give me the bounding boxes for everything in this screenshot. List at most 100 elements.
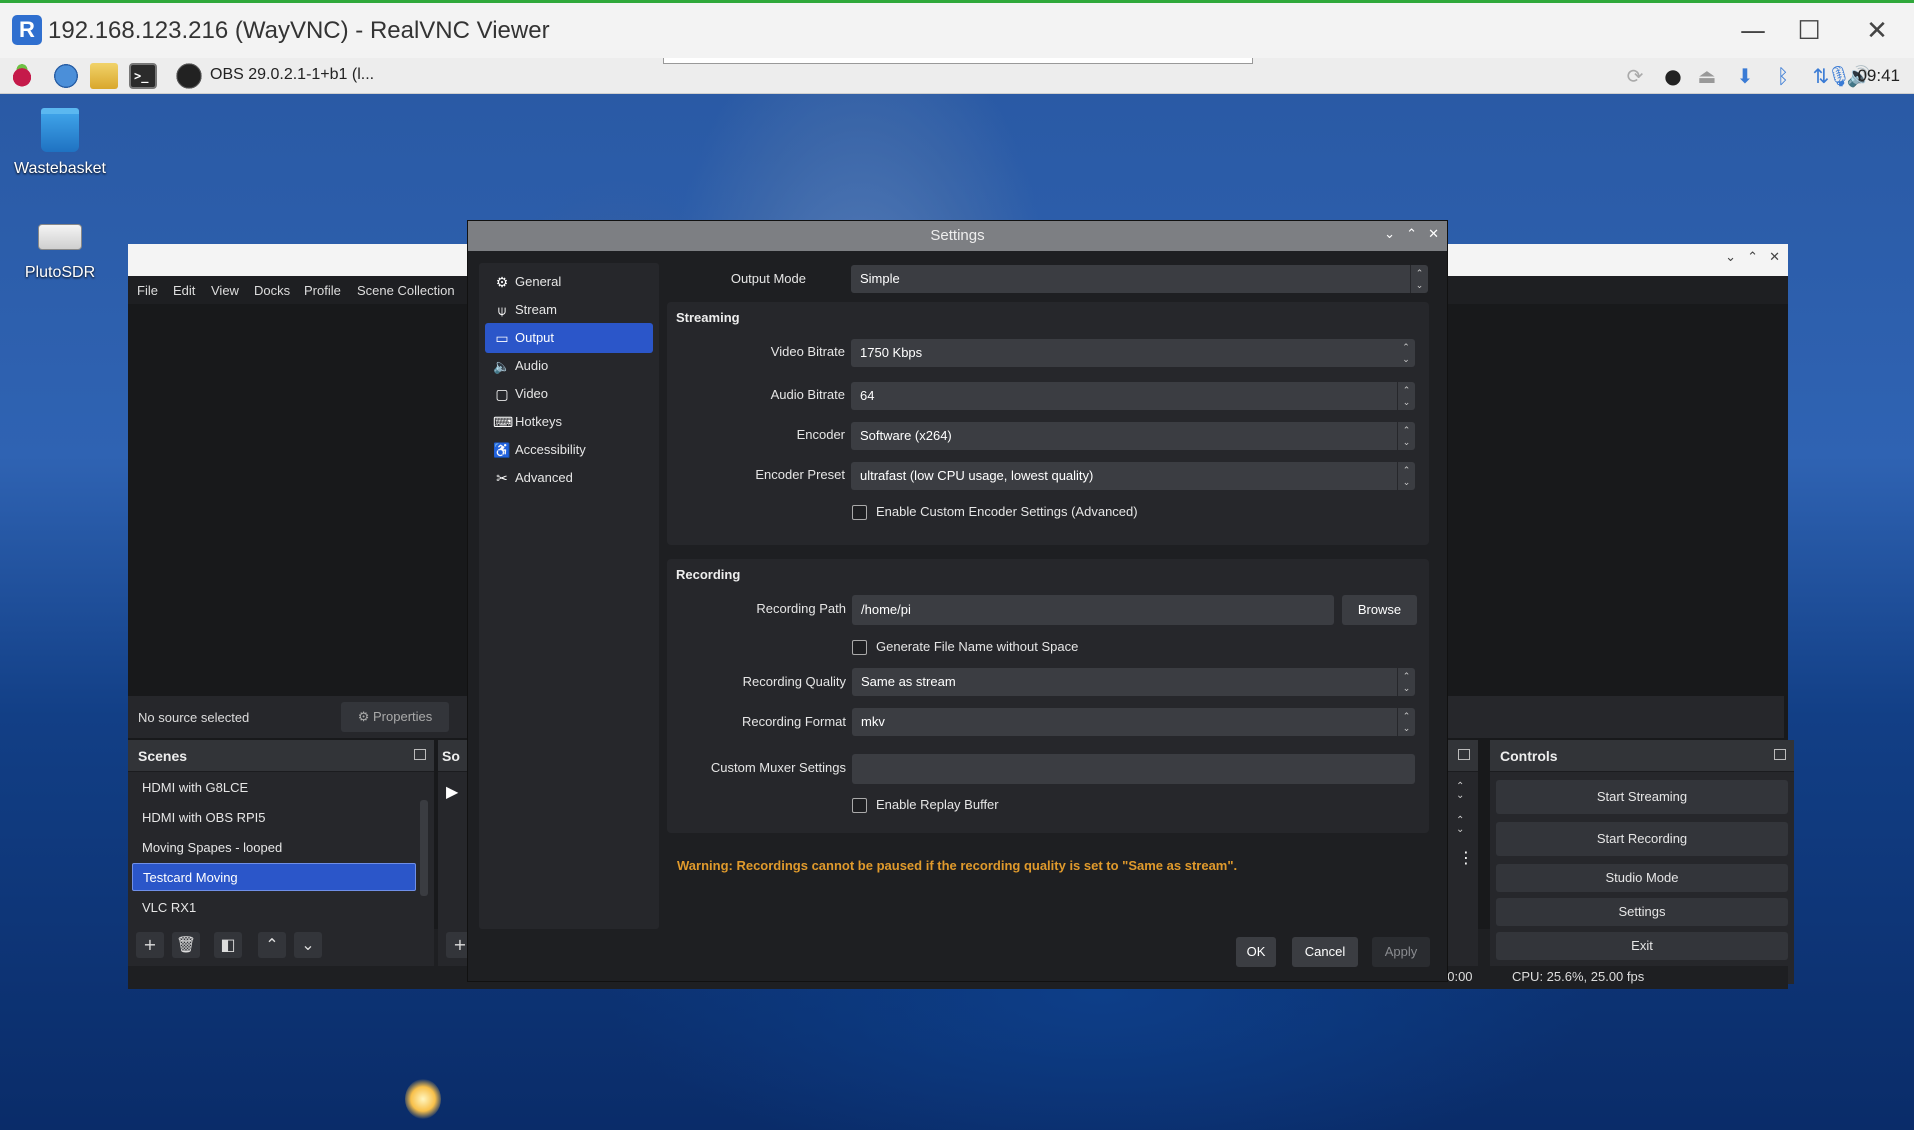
output-icon: ▭ — [495, 330, 509, 346]
scene-item[interactable]: HDMI with OBS RPI5 — [132, 804, 416, 832]
menu-edit[interactable]: Edit — [173, 283, 195, 298]
menu-scene-collection[interactable]: Scene Collection — [357, 283, 455, 298]
ok-button[interactable]: OK — [1236, 937, 1276, 967]
browse-button[interactable]: Browse — [1342, 595, 1417, 625]
play-icon[interactable]: ▶ — [446, 782, 458, 801]
obs-tray-icon[interactable]: ● — [1660, 64, 1686, 88]
chevron-updown-icon: ⌃ ⌄ — [1397, 422, 1415, 450]
settings-button[interactable]: Settings — [1496, 898, 1788, 926]
encoder-value: Software (x264) — [860, 428, 952, 443]
raspberry-menu-icon[interactable] — [8, 63, 36, 89]
sidebar-item-label: Advanced — [515, 470, 573, 485]
file-manager-icon[interactable] — [90, 63, 118, 89]
settings-close-icon[interactable]: ✕ — [1428, 227, 1439, 242]
obs-close-icon[interactable]: ✕ — [1769, 250, 1780, 265]
menu-file[interactable]: File — [137, 283, 158, 298]
audio-bitrate-select[interactable]: 64 ⌃ ⌄ — [851, 382, 1415, 410]
replay-buffer-checkbox[interactable] — [852, 798, 867, 813]
sources-dock-header: So — [438, 740, 468, 772]
delete-scene-icon[interactable]: 🗑 — [172, 932, 200, 958]
bluetooth-icon[interactable]: ᛒ — [1770, 64, 1796, 88]
audio-bitrate-value: 64 — [860, 388, 875, 403]
sidebar-item-accessibility[interactable]: ♿ Accessibility — [485, 435, 653, 465]
sidebar-item-label: Accessibility — [515, 442, 586, 457]
float-icon[interactable] — [1458, 749, 1470, 760]
spin-arrows-icon[interactable]: ⌃ ⌄ — [1397, 339, 1415, 367]
sidebar-item-audio[interactable]: 🔈 Audio — [485, 351, 653, 381]
terminal-icon[interactable]: >_ — [129, 63, 157, 89]
close-button[interactable]: ✕ — [1854, 11, 1900, 51]
settings-minimize-icon[interactable]: ⌄ — [1384, 227, 1395, 242]
scenes-title: Scenes — [138, 748, 188, 764]
no-space-checkbox[interactable] — [852, 640, 867, 655]
move-up-icon[interactable]: ⌃ — [258, 932, 286, 958]
menu-docks[interactable]: Docks — [254, 283, 290, 298]
sync-icon[interactable]: ⟳ — [1622, 64, 1648, 88]
apply-button[interactable]: Apply — [1372, 937, 1430, 967]
scene-filter-icon[interactable]: ◧ — [214, 932, 242, 958]
sidebar-item-hotkeys[interactable]: ⌨ Hotkeys — [485, 407, 653, 437]
maximize-button[interactable]: ☐ — [1786, 11, 1832, 51]
sidebar-item-output[interactable]: ▭ Output — [485, 323, 653, 353]
download-icon[interactable]: ⬇ — [1732, 64, 1758, 88]
sidebar-item-advanced[interactable]: ✂ Advanced — [485, 463, 653, 493]
menu-profile[interactable]: Profile — [304, 283, 341, 298]
menu-fragment — [663, 58, 1253, 64]
no-source-label: No source selected — [138, 710, 250, 725]
streaming-title: Streaming — [676, 310, 740, 325]
encoder-select[interactable]: Software (x264) ⌃ ⌄ — [851, 422, 1415, 450]
settings-title-bar: Settings ⌄ ⌃ ✕ — [468, 221, 1447, 251]
spin-arrows-icon[interactable]: ⌃ ⌄ — [1456, 816, 1464, 835]
properties-button[interactable]: ⚙ Properties — [341, 702, 449, 732]
spin-arrows-icon[interactable]: ⌃ ⌄ — [1456, 782, 1464, 801]
cancel-button[interactable]: Cancel — [1292, 937, 1358, 967]
microphone-icon[interactable]: 🎙 — [1826, 64, 1852, 88]
obs-maximize-icon[interactable]: ⌃ — [1747, 250, 1758, 265]
add-scene-icon[interactable]: + — [136, 932, 164, 958]
move-down-icon[interactable]: ⌄ — [294, 932, 322, 958]
custom-muxer-input[interactable] — [852, 754, 1415, 784]
monitor-icon: ▢ — [495, 386, 509, 402]
desktop-icon-wastebasket[interactable]: Wastebasket — [0, 108, 120, 178]
eject-icon[interactable]: ⏏ — [1694, 64, 1720, 88]
encoder-preset-select[interactable]: ultrafast (low CPU usage, lowest quality… — [851, 462, 1415, 490]
float-icon[interactable] — [414, 749, 426, 760]
settings-sidebar: ⚙ General ⍦ Stream ▭ Output 🔈 Audio ▢ Vi… — [479, 263, 659, 929]
studio-mode-button[interactable]: Studio Mode — [1496, 864, 1788, 892]
chevron-updown-icon: ⌃ ⌄ — [1397, 382, 1415, 410]
video-bitrate-spinbox[interactable]: 1750 Kbps ⌃ ⌄ — [851, 339, 1415, 367]
scenes-scrollbar[interactable] — [420, 800, 428, 896]
obs-task-label[interactable]: OBS 29.0.2.1-1+b1 (l... — [210, 66, 374, 84]
sidebar-item-video[interactable]: ▢ Video — [485, 379, 653, 409]
minimize-button[interactable]: — — [1730, 11, 1776, 51]
sidebar-item-label: Audio — [515, 358, 549, 373]
sidebar-item-general[interactable]: ⚙ General — [485, 267, 653, 297]
settings-maximize-icon[interactable]: ⌃ — [1406, 227, 1417, 242]
scene-item[interactable]: VLC RX1 — [132, 894, 416, 922]
exit-button[interactable]: Exit — [1496, 932, 1788, 960]
scene-item[interactable]: HDMI with G8LCE — [132, 774, 416, 802]
start-recording-button[interactable]: Start Recording — [1496, 822, 1788, 856]
recording-path-input[interactable]: /home/pi — [852, 595, 1334, 625]
recording-quality-select[interactable]: Same as stream ⌃ ⌄ — [852, 668, 1415, 696]
menu-view[interactable]: View — [211, 283, 239, 298]
scene-item-selected[interactable]: Testcard Moving — [132, 863, 416, 891]
sidebar-item-label: Video — [515, 386, 549, 401]
scene-item[interactable]: Moving Spapes - looped — [132, 834, 416, 862]
recording-format-select[interactable]: mkv ⌃ ⌄ — [852, 708, 1415, 736]
custom-encoder-checkbox[interactable] — [852, 505, 867, 520]
sidebar-item-label: Stream — [515, 302, 557, 317]
browser-icon[interactable] — [52, 63, 80, 89]
obs-task-icon[interactable] — [175, 63, 203, 89]
controls-dock-header: Controls — [1490, 740, 1794, 772]
float-icon[interactable] — [1774, 749, 1786, 760]
sidebar-item-stream[interactable]: ⍦ Stream — [485, 295, 653, 325]
recording-format-label: Recording Format — [741, 714, 846, 729]
start-streaming-button[interactable]: Start Streaming — [1496, 780, 1788, 814]
desktop-icon-plutosdr[interactable]: PlutoSDR — [0, 212, 120, 282]
more-options-icon[interactable]: ⋮ — [1458, 848, 1474, 867]
output-mode-select[interactable]: Simple ⌃ ⌄ — [851, 265, 1428, 293]
mixer-dock-header — [1448, 740, 1478, 772]
replay-buffer-label: Enable Replay Buffer — [876, 797, 999, 812]
obs-minimize-icon[interactable]: ⌄ — [1725, 250, 1736, 265]
